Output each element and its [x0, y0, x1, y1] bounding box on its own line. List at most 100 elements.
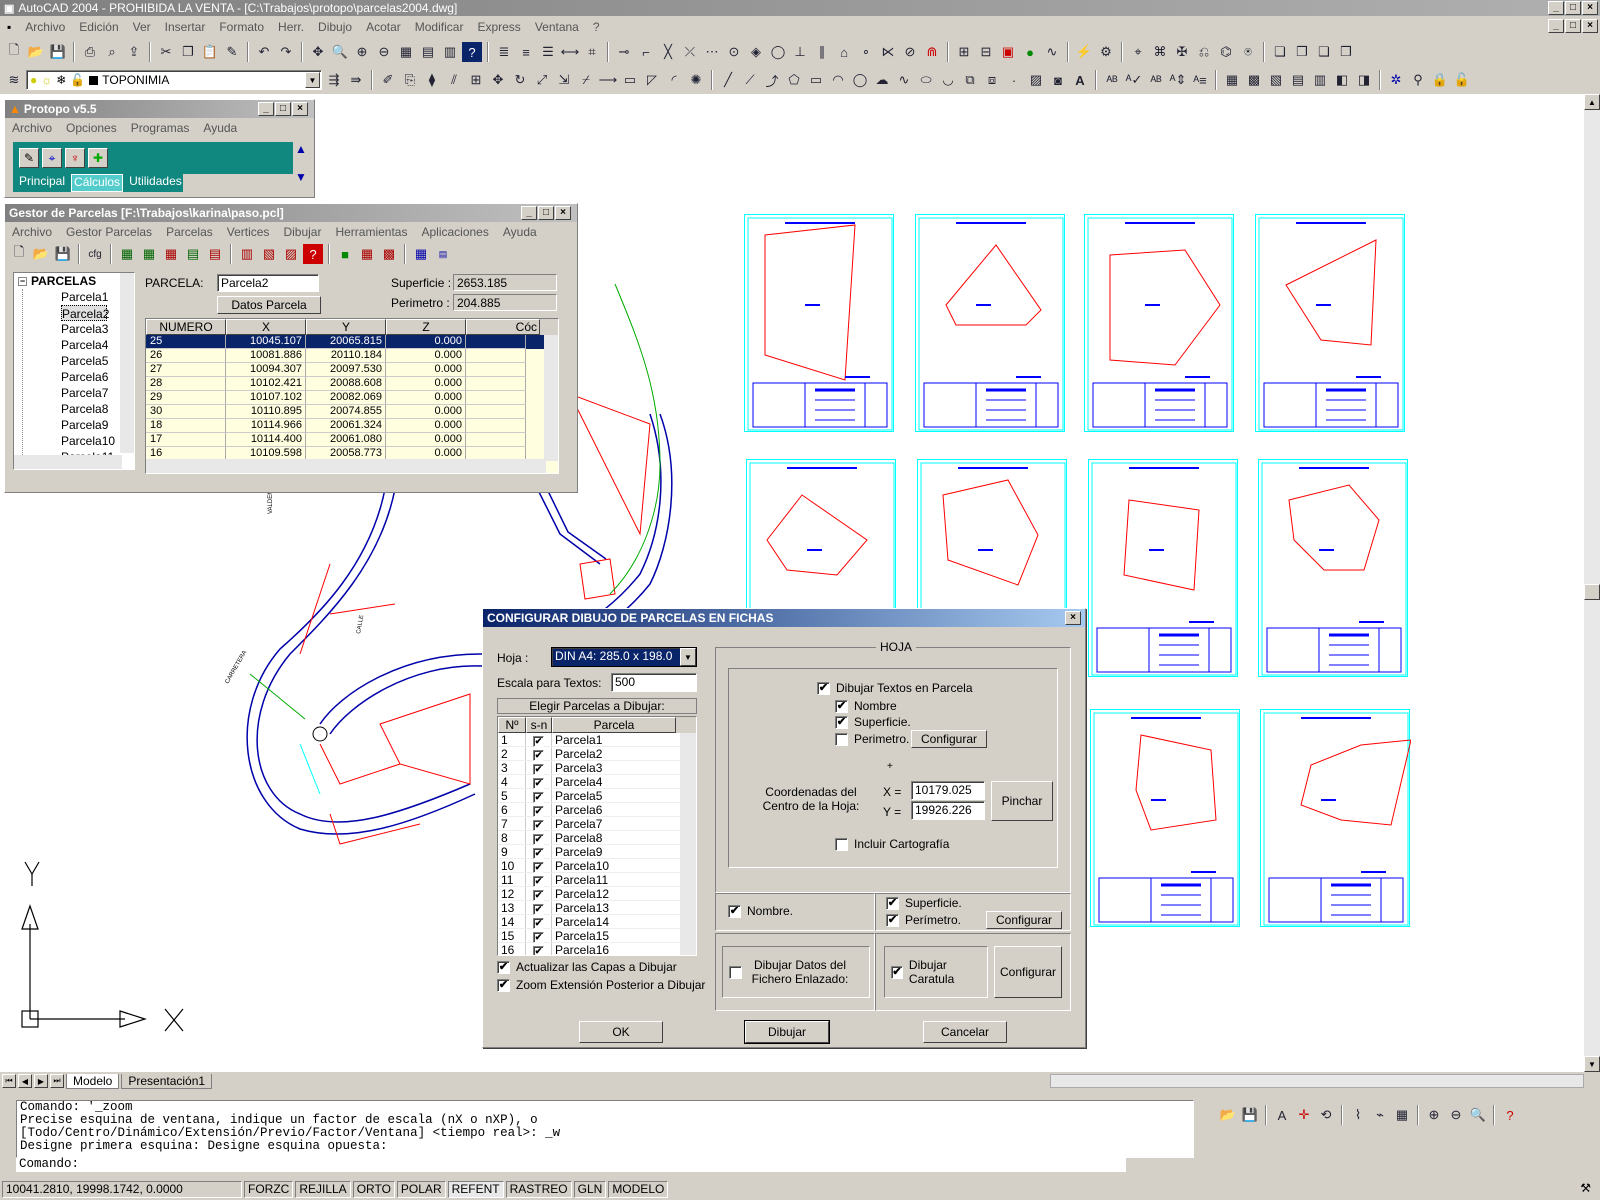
- make-current-icon[interactable]: ⇶: [324, 70, 344, 90]
- menu-herr[interactable]: Herr.: [271, 20, 311, 34]
- dock-zoom-icon[interactable]: 🔍: [1468, 1105, 1488, 1125]
- gestor-menu-herramientas[interactable]: Herramientas: [328, 225, 414, 239]
- list-item-checkbox[interactable]: ✔: [533, 848, 544, 859]
- tab-utilidades[interactable]: Utilidades: [127, 174, 184, 192]
- protopo-tool1-icon[interactable]: ✎: [19, 148, 39, 168]
- nombre2-row[interactable]: ✔ Nombre.: [728, 904, 793, 918]
- table-row[interactable]: 17 10114.400 20061.080 0.000: [146, 433, 558, 447]
- nombre-row[interactable]: ✔ Nombre: [835, 699, 897, 713]
- list-item[interactable]: 8 ✔ Parcela8: [498, 831, 696, 845]
- tool-a4-icon[interactable]: ●: [1020, 42, 1040, 62]
- list-col-sn[interactable]: s-n: [526, 717, 552, 733]
- list-item-checkbox[interactable]: ✔: [533, 778, 544, 789]
- table-row[interactable]: 28 10102.421 20088.608 0.000: [146, 377, 558, 391]
- tool-d2-icon[interactable]: ❐: [1292, 42, 1312, 62]
- justify-text-icon[interactable]: ᴬ≡: [1190, 70, 1210, 90]
- move-icon[interactable]: ✥: [488, 70, 508, 90]
- paste-icon[interactable]: 📋: [200, 42, 220, 62]
- menu-help[interactable]: ?: [586, 20, 607, 34]
- gestor-menu-ayuda[interactable]: Ayuda: [496, 225, 544, 239]
- menu-modificar[interactable]: Modificar: [408, 20, 471, 34]
- list-item[interactable]: 3 ✔ Parcela3: [498, 761, 696, 775]
- tbl-5-icon[interactable]: ▥: [1310, 70, 1330, 90]
- chamfer-icon[interactable]: ◸: [642, 70, 662, 90]
- gestor-menu-vertices[interactable]: Vertices: [220, 225, 277, 239]
- status-rejilla[interactable]: REJILLA: [295, 1180, 351, 1198]
- menu-dibujo[interactable]: Dibujo: [311, 20, 359, 34]
- perimetro-checkbox[interactable]: [835, 732, 848, 746]
- dock-chart2-icon[interactable]: ⌁: [1370, 1105, 1390, 1125]
- grid-hscroll[interactable]: [146, 459, 546, 473]
- first-tab-icon[interactable]: ⏮: [2, 1074, 16, 1088]
- layer-manager-icon[interactable]: ≋: [4, 70, 24, 90]
- gestor-grid3-icon[interactable]: ▦: [161, 244, 181, 264]
- redo-icon[interactable]: ↷: [276, 42, 296, 62]
- gestor-grid2-icon[interactable]: ▦: [139, 244, 159, 264]
- tbl-4-icon[interactable]: ▤: [1288, 70, 1308, 90]
- dock-zoom-in-icon[interactable]: ⊕: [1424, 1105, 1444, 1125]
- gestor-tool2-icon[interactable]: ▦: [357, 244, 377, 264]
- trim-icon[interactable]: ⌿: [576, 70, 596, 90]
- snap-parallel-icon[interactable]: ∥: [812, 42, 832, 62]
- list-col-num[interactable]: Nº: [498, 717, 526, 733]
- print-icon[interactable]: ⎙: [80, 42, 100, 62]
- zoom-window-icon[interactable]: ⊕: [352, 42, 372, 62]
- xline-icon[interactable]: ⟋: [740, 70, 760, 90]
- gestor-open-icon[interactable]: 📂: [31, 244, 51, 264]
- zoom-previous-icon[interactable]: ⊖: [374, 42, 394, 62]
- rectangle-icon[interactable]: ▭: [806, 70, 826, 90]
- snap-center-icon[interactable]: ⊙: [724, 42, 744, 62]
- gestor-cfg-icon[interactable]: cfg: [85, 244, 105, 264]
- dist-icon[interactable]: ⟷: [560, 42, 580, 62]
- snap-settings-icon[interactable]: ⋒: [922, 42, 942, 62]
- area-icon[interactable]: ⌗: [582, 42, 602, 62]
- region-icon[interactable]: ◙: [1048, 70, 1068, 90]
- list-item-checkbox[interactable]: ✔: [533, 946, 544, 955]
- caratula-checkbox[interactable]: ✔: [891, 965, 903, 979]
- scroll-up-icon[interactable]: ▲: [1584, 94, 1600, 110]
- datos-fichero-row[interactable]: Dibujar Datos del Fichero Enlazado:: [722, 946, 870, 998]
- protopo-down-icon[interactable]: ▼: [295, 170, 311, 184]
- dock-open-icon[interactable]: 📂: [1218, 1105, 1238, 1125]
- menu-formato[interactable]: Formato: [212, 20, 271, 34]
- list-item-checkbox[interactable]: ✔: [533, 806, 544, 817]
- tool-a2-icon[interactable]: ⊟: [976, 42, 996, 62]
- prev-tab-icon[interactable]: ◀: [18, 1074, 32, 1088]
- gestor-tool5-icon[interactable]: ▤: [433, 244, 453, 264]
- gestor-menu-archivo[interactable]: Archivo: [5, 225, 59, 239]
- express-3-icon[interactable]: 🔒: [1430, 70, 1450, 90]
- list-item-checkbox[interactable]: ✔: [533, 792, 544, 803]
- gestor-help-icon[interactable]: ?: [303, 244, 323, 264]
- status-modelo[interactable]: MODELO: [608, 1180, 669, 1198]
- gestor-tool3-icon[interactable]: ▩: [379, 244, 399, 264]
- list-item-checkbox[interactable]: ✔: [533, 736, 544, 747]
- ellipse-arc-icon[interactable]: ◡: [938, 70, 958, 90]
- rotate-icon[interactable]: ↻: [510, 70, 530, 90]
- find-text-icon[interactable]: ᴬᴮ: [1146, 70, 1166, 90]
- zoom-realtime-icon[interactable]: 🔍: [330, 42, 350, 62]
- gestor-new-icon[interactable]: 🗋: [9, 244, 29, 264]
- minimize-button[interactable]: _: [1548, 1, 1564, 15]
- status-orto[interactable]: ORTO: [352, 1180, 395, 1198]
- tree-hscroll[interactable]: [14, 455, 122, 469]
- dock-snap-icon[interactable]: ✛: [1294, 1105, 1314, 1125]
- table-row[interactable]: 30 10110.895 20074.855 0.000: [146, 405, 558, 419]
- tool-c1-icon[interactable]: ⌖: [1128, 42, 1148, 62]
- close-button[interactable]: ×: [1582, 1, 1598, 15]
- nombre-checkbox[interactable]: ✔: [835, 699, 848, 713]
- tool-d3-icon[interactable]: ❑: [1314, 42, 1334, 62]
- tree-item[interactable]: Parcela2: [61, 305, 109, 321]
- open-icon[interactable]: 📂: [26, 42, 46, 62]
- mtext-icon[interactable]: A: [1070, 70, 1090, 90]
- protopo-menu-ayuda[interactable]: Ayuda: [196, 121, 244, 135]
- list-item[interactable]: 7 ✔ Parcela7: [498, 817, 696, 831]
- snap-insert-icon[interactable]: ⌂: [834, 42, 854, 62]
- nombre2-checkbox[interactable]: ✔: [728, 904, 741, 918]
- preview-icon[interactable]: ⌕: [102, 42, 122, 62]
- help-icon[interactable]: ?: [462, 42, 482, 62]
- zoom-checkbox[interactable]: ✔: [497, 978, 510, 992]
- ok-button[interactable]: OK: [579, 1021, 663, 1043]
- list-vscroll[interactable]: [680, 733, 696, 955]
- configurar-perimetro-button[interactable]: Configurar: [986, 911, 1062, 929]
- menu-ver[interactable]: Ver: [126, 20, 158, 34]
